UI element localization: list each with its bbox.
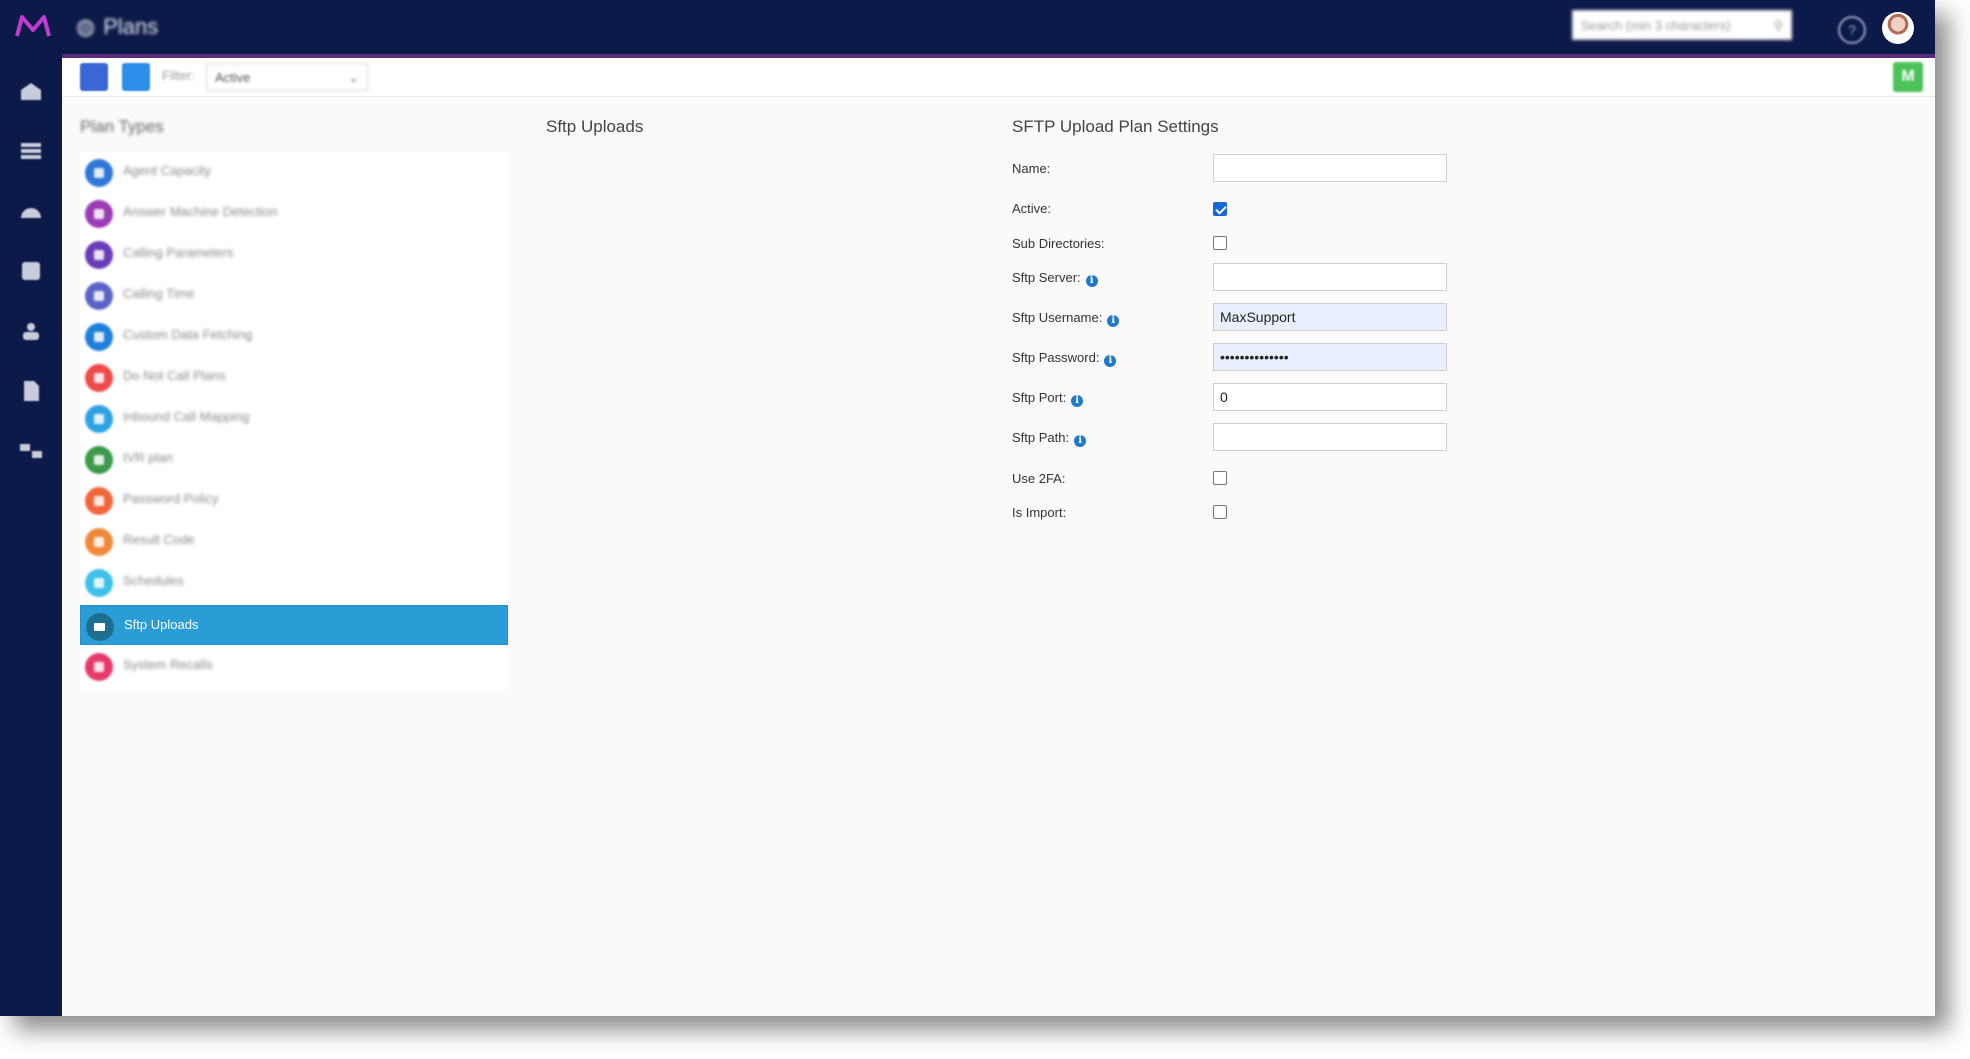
plan-item-answer-machine-detection[interactable]: Answer Machine Detection xyxy=(80,193,508,233)
plan-icon xyxy=(85,446,113,474)
plan-item-do-not-call-plans[interactable]: Do Not Call Plans xyxy=(80,357,508,397)
plan-types-list: Agent Capacity Answer Machine Detection … xyxy=(80,152,508,690)
sftp-username-input[interactable] xyxy=(1213,303,1447,331)
chevron-down-icon: ⌄ xyxy=(348,70,359,85)
settings-title: SFTP Upload Plan Settings xyxy=(1012,117,1219,136)
plan-item-calling-time[interactable]: Calling Time xyxy=(80,275,508,315)
toolbar: Filter: Active ⌄ M xyxy=(62,58,1935,97)
sftp-server-label: Sftp Server: i xyxy=(1012,270,1098,287)
plans-list-title: Sftp Uploads xyxy=(546,117,644,136)
plan-item-password-policy[interactable]: Password Policy xyxy=(80,480,508,520)
refresh-button[interactable] xyxy=(122,63,150,91)
plan-icon xyxy=(85,323,113,351)
sftp-username-label: Sftp Username: i xyxy=(1012,310,1120,327)
plan-item-agent-capacity[interactable]: Agent Capacity xyxy=(80,152,508,192)
users-icon[interactable] xyxy=(19,320,43,342)
plan-icon xyxy=(85,405,113,433)
info-icon[interactable]: i xyxy=(1104,355,1117,367)
sub-directories-label: Sub Directories: xyxy=(1012,236,1105,251)
left-nav xyxy=(0,54,62,1016)
brand-logo-icon[interactable] xyxy=(14,12,52,40)
plan-icon xyxy=(85,653,113,681)
sftp-port-input[interactable] xyxy=(1213,383,1447,411)
page-title: ◍ Plans xyxy=(76,14,159,39)
plan-item-schedules[interactable]: Schedules xyxy=(80,562,508,602)
plan-types-title: Plan Types xyxy=(80,117,164,136)
sftp-path-label: Sftp Path: i xyxy=(1012,430,1087,447)
grid-icon[interactable] xyxy=(19,140,43,162)
sftp-password-input[interactable] xyxy=(1213,343,1447,371)
plan-icon xyxy=(85,364,113,392)
plan-item-inbound-call-mapping[interactable]: Inbound Call Mapping xyxy=(80,398,508,438)
filter-select[interactable]: Active ⌄ xyxy=(206,63,368,91)
plan-icon xyxy=(85,200,113,228)
plan-item-custom-data-fetching[interactable]: Custom Data Fetching xyxy=(80,316,508,356)
active-checkbox[interactable] xyxy=(1213,202,1227,216)
info-icon[interactable]: i xyxy=(1107,315,1120,327)
new-document-button[interactable] xyxy=(80,63,108,91)
info-icon[interactable]: i xyxy=(1085,275,1098,287)
gauge-icon[interactable] xyxy=(19,200,43,222)
m-button[interactable]: M xyxy=(1893,62,1923,92)
sftp-password-label: Sftp Password: i xyxy=(1012,350,1117,367)
plan-icon xyxy=(85,528,113,556)
sftp-port-label: Sftp Port: i xyxy=(1012,390,1084,407)
plan-icon xyxy=(85,282,113,310)
plan-item-ivr-plan[interactable]: IVR plan xyxy=(80,439,508,479)
filter-label: Filter: xyxy=(162,68,195,83)
plan-icon xyxy=(85,241,113,269)
plan-item-calling-parameters[interactable]: Calling Parameters xyxy=(80,234,508,274)
user-avatar[interactable] xyxy=(1882,12,1914,44)
database-icon[interactable] xyxy=(19,260,43,282)
home-icon[interactable] xyxy=(19,80,43,102)
sftp-server-input[interactable] xyxy=(1213,263,1447,291)
search-icon: ⚲ xyxy=(1773,18,1783,33)
sub-directories-checkbox[interactable] xyxy=(1213,236,1227,250)
is-import-label: Is Import: xyxy=(1012,505,1067,520)
info-icon[interactable]: i xyxy=(1074,435,1087,447)
document-icon[interactable] xyxy=(19,380,43,402)
active-label: Active: xyxy=(1012,201,1052,216)
is-import-checkbox[interactable] xyxy=(1213,505,1227,519)
sitemap-icon[interactable] xyxy=(19,440,43,462)
name-label: Name: xyxy=(1012,161,1051,176)
app-window: ◍ Plans Search (min 3 characters) ⚲ ? Fil… xyxy=(0,0,1935,1016)
folder-icon xyxy=(86,613,114,641)
plan-item-system-recalls[interactable]: System Recalls xyxy=(80,646,508,686)
plan-item-result-code[interactable]: Result Code xyxy=(80,521,508,561)
plan-item-sftp-uploads[interactable]: Sftp Uploads xyxy=(80,605,508,645)
use-2fa-label: Use 2FA: xyxy=(1012,471,1066,486)
plan-icon xyxy=(85,569,113,597)
help-icon[interactable]: ? xyxy=(1838,16,1866,44)
plan-icon xyxy=(85,159,113,187)
use-2fa-checkbox[interactable] xyxy=(1213,471,1227,485)
name-input[interactable] xyxy=(1213,154,1447,182)
globe-icon: ◍ xyxy=(76,14,96,39)
info-icon[interactable]: i xyxy=(1071,395,1084,407)
sftp-path-input[interactable] xyxy=(1213,423,1447,451)
global-search-input[interactable]: Search (min 3 characters) ⚲ xyxy=(1572,10,1792,40)
top-bar: ◍ Plans Search (min 3 characters) ⚲ ? xyxy=(0,0,1935,54)
plan-icon xyxy=(85,487,113,515)
